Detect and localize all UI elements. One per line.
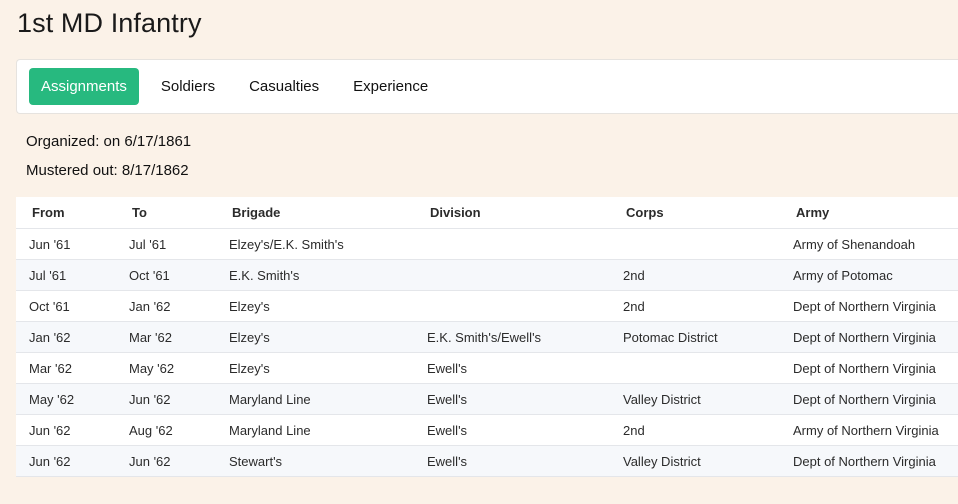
cell-army: Dept of Northern Virginia bbox=[783, 352, 958, 384]
cell-from: May '62 bbox=[16, 383, 116, 415]
cell-division: Ewell's bbox=[415, 383, 613, 415]
column-header-army: Army bbox=[783, 197, 958, 229]
cell-army: Dept of Northern Virginia bbox=[783, 383, 958, 415]
tab-experience[interactable]: Experience bbox=[341, 68, 440, 105]
cell-brigade: Elzey's bbox=[216, 321, 415, 353]
tab-soldiers[interactable]: Soldiers bbox=[149, 68, 227, 105]
table-row: Mar '62 May '62 Elzey's Ewell's Dept of … bbox=[16, 352, 958, 384]
cell-brigade: Elzey's/E.K. Smith's bbox=[216, 228, 415, 260]
cell-division: Ewell's bbox=[415, 414, 613, 446]
tab-assignments[interactable]: Assignments bbox=[29, 68, 139, 105]
cell-brigade: Elzey's bbox=[216, 352, 415, 384]
cell-brigade: Maryland Line bbox=[216, 414, 415, 446]
page-title: 1st MD Infantry bbox=[17, 8, 202, 38]
cell-division: Ewell's bbox=[415, 445, 613, 477]
cell-to: Jan '62 bbox=[116, 290, 216, 322]
cell-division bbox=[415, 228, 613, 260]
tab-bar: Assignments Soldiers Casualties Experien… bbox=[16, 59, 958, 114]
cell-to: Aug '62 bbox=[116, 414, 216, 446]
cell-army: Army of Northern Virginia bbox=[783, 414, 958, 446]
cell-from: Jan '62 bbox=[16, 321, 116, 353]
cell-from: Jun '61 bbox=[16, 228, 116, 260]
cell-corps: 2nd bbox=[613, 414, 783, 446]
column-header-to: To bbox=[116, 197, 216, 229]
table-row: May '62 Jun '62 Maryland Line Ewell's Va… bbox=[16, 383, 958, 415]
cell-army: Dept of Northern Virginia bbox=[783, 445, 958, 477]
cell-from: Mar '62 bbox=[16, 352, 116, 384]
cell-brigade: Elzey's bbox=[216, 290, 415, 322]
table-row: Jun '61 Jul '61 Elzey's/E.K. Smith's Arm… bbox=[16, 228, 958, 260]
cell-from: Jun '62 bbox=[16, 445, 116, 477]
cell-from: Oct '61 bbox=[16, 290, 116, 322]
cell-division bbox=[415, 259, 613, 291]
cell-corps: 2nd bbox=[613, 259, 783, 291]
mustered-out-date: Mustered out: 8/17/1862 bbox=[26, 162, 189, 179]
cell-to: Jun '62 bbox=[116, 383, 216, 415]
cell-corps bbox=[613, 352, 783, 384]
cell-division: E.K. Smith's/Ewell's bbox=[415, 321, 613, 353]
column-header-corps: Corps bbox=[613, 197, 783, 229]
tab-casualties[interactable]: Casualties bbox=[237, 68, 331, 105]
table-row: Jan '62 Mar '62 Elzey's E.K. Smith's/Ewe… bbox=[16, 321, 958, 353]
cell-to: Jul '61 bbox=[116, 228, 216, 260]
cell-brigade: E.K. Smith's bbox=[216, 259, 415, 291]
table-row: Oct '61 Jan '62 Elzey's 2nd Dept of Nort… bbox=[16, 290, 958, 322]
table-row: Jun '62 Aug '62 Maryland Line Ewell's 2n… bbox=[16, 414, 958, 446]
cell-corps: Valley District bbox=[613, 383, 783, 415]
cell-brigade: Maryland Line bbox=[216, 383, 415, 415]
table-row: Jun '62 Jun '62 Stewart's Ewell's Valley… bbox=[16, 445, 958, 477]
organized-date: Organized: on 6/17/1861 bbox=[26, 133, 192, 150]
table-row: Jul '61 Oct '61 E.K. Smith's 2nd Army of… bbox=[16, 259, 958, 291]
column-header-from: From bbox=[16, 197, 116, 229]
table-header-row: From To Brigade Division Corps Army bbox=[16, 197, 958, 229]
cell-army: Army of Potomac bbox=[783, 259, 958, 291]
cell-to: Oct '61 bbox=[116, 259, 216, 291]
cell-brigade: Stewart's bbox=[216, 445, 415, 477]
cell-corps: Potomac District bbox=[613, 321, 783, 353]
cell-corps: Valley District bbox=[613, 445, 783, 477]
cell-corps: 2nd bbox=[613, 290, 783, 322]
cell-from: Jul '61 bbox=[16, 259, 116, 291]
cell-corps bbox=[613, 228, 783, 260]
column-header-brigade: Brigade bbox=[216, 197, 415, 229]
cell-division: Ewell's bbox=[415, 352, 613, 384]
cell-to: May '62 bbox=[116, 352, 216, 384]
cell-to: Jun '62 bbox=[116, 445, 216, 477]
cell-to: Mar '62 bbox=[116, 321, 216, 353]
cell-army: Dept of Northern Virginia bbox=[783, 321, 958, 353]
cell-army: Dept of Northern Virginia bbox=[783, 290, 958, 322]
cell-from: Jun '62 bbox=[16, 414, 116, 446]
column-header-division: Division bbox=[415, 197, 613, 229]
assignments-table: From To Brigade Division Corps Army Jun … bbox=[16, 197, 958, 477]
cell-division bbox=[415, 290, 613, 322]
cell-army: Army of Shenandoah bbox=[783, 228, 958, 260]
